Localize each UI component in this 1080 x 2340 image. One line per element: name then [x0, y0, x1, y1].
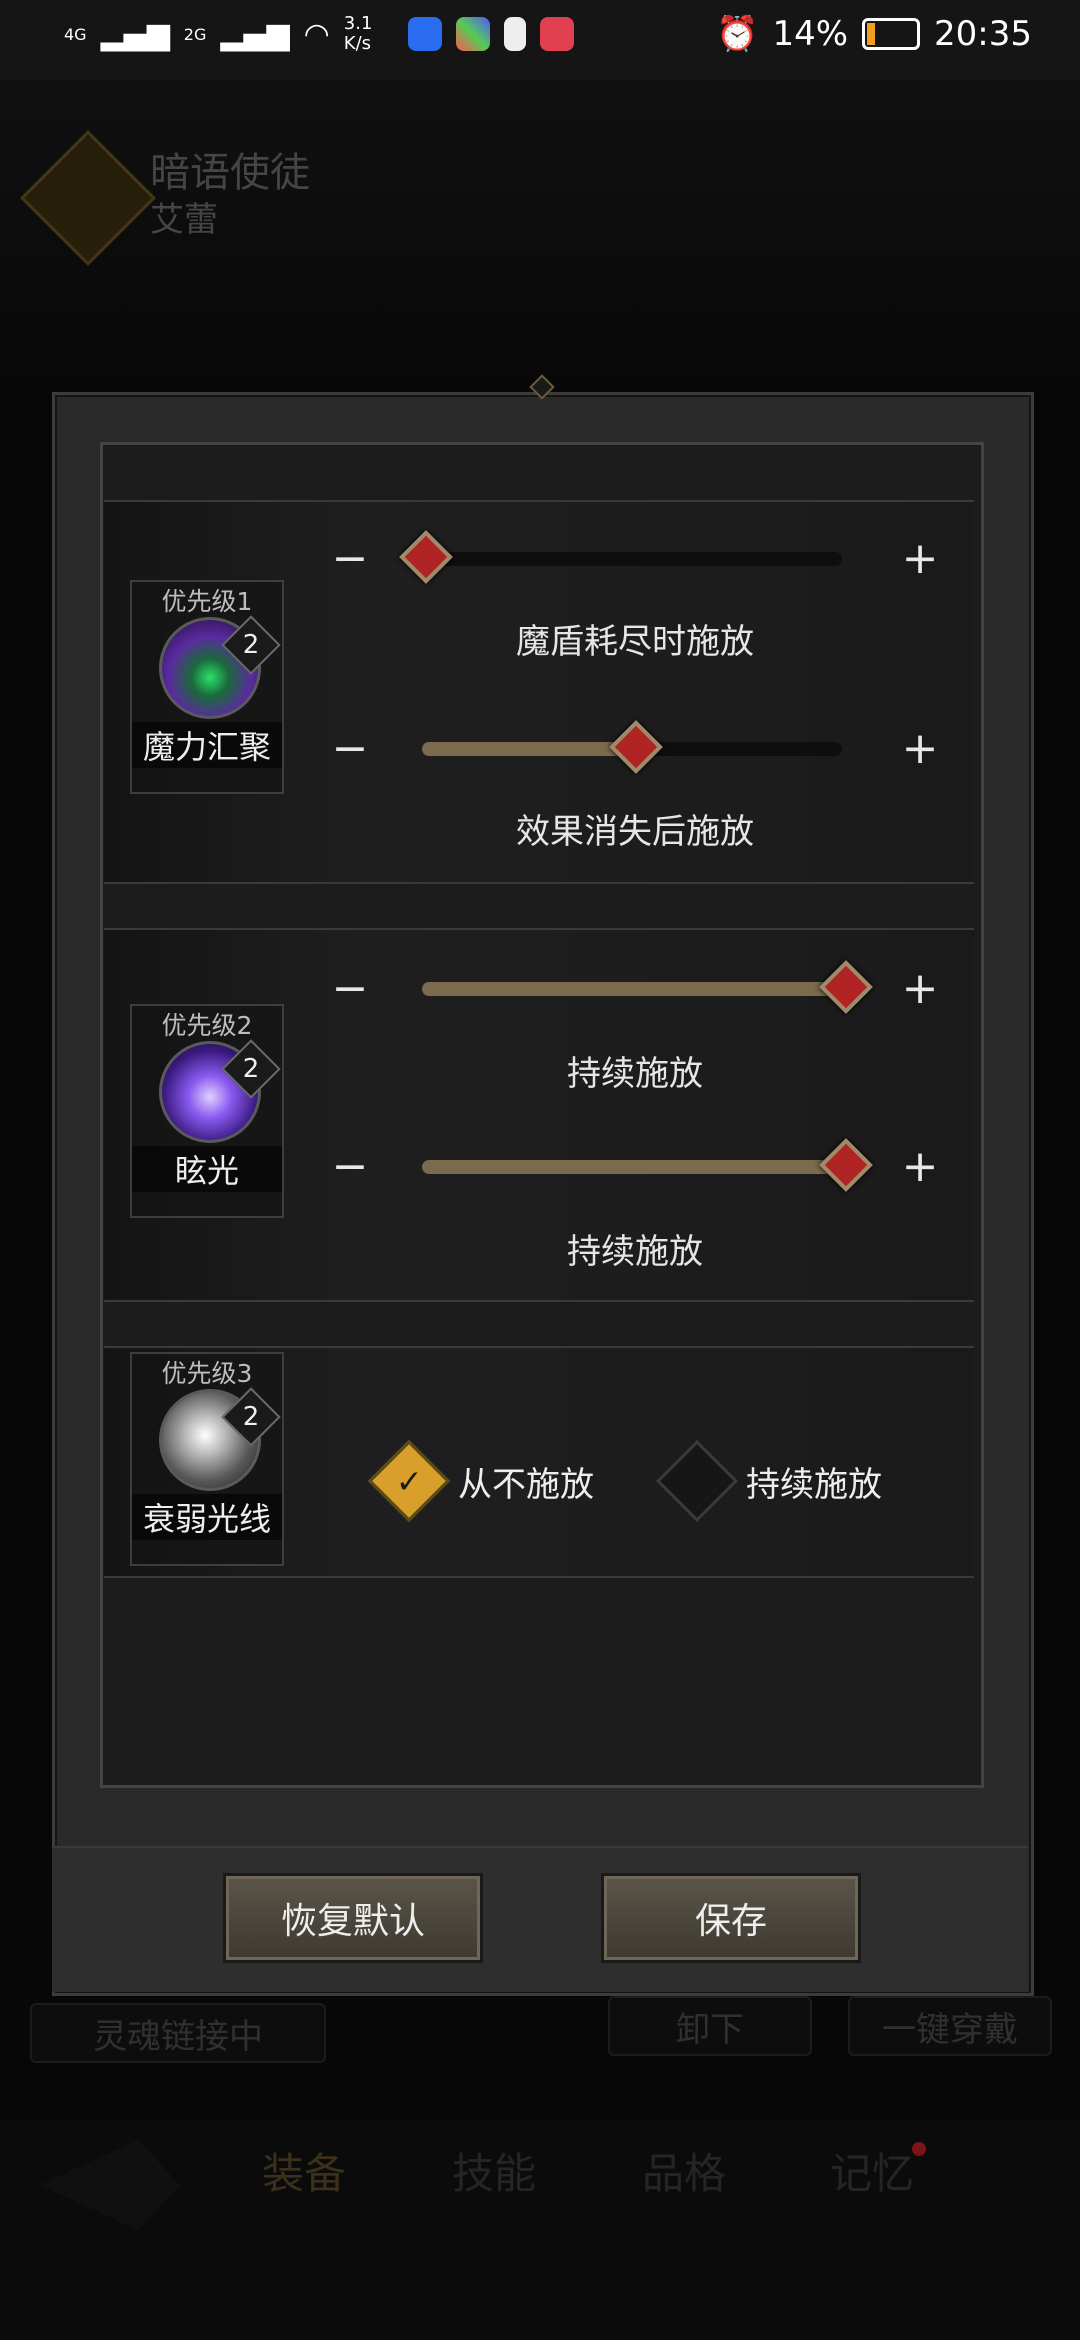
battery-icon — [862, 18, 921, 50]
slider-label: 持续施放 — [567, 1232, 703, 1272]
signal-icon-2: ▂▄▆ — [220, 16, 290, 52]
option-always-cast[interactable]: 持续施放 — [655, 1439, 882, 1523]
option-label: 从不施放 — [458, 1464, 594, 1505]
skill-card-1[interactable]: 优先级1 2 魔力汇聚 — [130, 580, 284, 794]
slider-track[interactable] — [422, 720, 842, 774]
slider-track[interactable] — [422, 960, 873, 1014]
decrease-button[interactable]: − — [320, 718, 380, 778]
slider-track[interactable] — [422, 1138, 873, 1192]
unchecked-icon[interactable] — [655, 1439, 739, 1523]
app-icon-colorful — [455, 17, 490, 51]
dialog-button-bar — [52, 1846, 1028, 1992]
app-icon-blue — [407, 17, 442, 51]
slider-row: − + — [320, 948, 950, 1028]
slider-row: − + — [320, 518, 950, 598]
slider-track[interactable] — [399, 530, 842, 584]
network-speed: 3.1 K/s — [343, 13, 373, 54]
slider-thumb[interactable] — [819, 960, 873, 1014]
option-never-cast[interactable]: ✓ 从不施放 — [367, 1439, 594, 1523]
decrease-button[interactable]: − — [320, 1136, 380, 1196]
decrease-button[interactable]: − — [320, 528, 380, 588]
battery-percent: 14% — [772, 14, 849, 54]
slider-thumb[interactable] — [399, 530, 453, 584]
slider-label: 持续施放 — [567, 1054, 703, 1094]
slider-label: 效果消失后施放 — [516, 812, 754, 852]
slider-row: − + — [320, 1126, 950, 1206]
option-label: 持续施放 — [746, 1464, 882, 1505]
priority-label: 优先级3 — [161, 1359, 253, 1388]
slider-thumb[interactable] — [819, 1138, 873, 1192]
skill-card-3[interactable]: 优先级3 2 衰弱光线 — [130, 1352, 284, 1566]
skill-card-2[interactable]: 优先级2 2 眩光 — [130, 1004, 284, 1218]
priority-label: 优先级2 — [161, 1011, 253, 1040]
app-icon-red — [539, 17, 574, 51]
clock: 20:35 — [934, 14, 1032, 54]
network-2g-label: 2G — [183, 24, 207, 44]
checked-icon[interactable]: ✓ — [367, 1439, 451, 1523]
skill-name: 衰弱光线 — [132, 1494, 282, 1540]
wifi-icon: ◠ — [303, 16, 330, 52]
slider-row: − + — [320, 708, 950, 788]
skill-name: 眩光 — [132, 1146, 282, 1192]
increase-button[interactable]: + — [890, 958, 950, 1018]
reset-default-button[interactable]: 恢复默认 — [226, 1876, 480, 1960]
status-bar: 4G ▂▄▆ 2G ▂▄▆ ◠ 3.1 K/s ⏰ 14% 20:35 — [0, 0, 1080, 80]
skill-name: 魔力汇聚 — [132, 722, 282, 768]
decrease-button[interactable]: − — [320, 958, 380, 1018]
save-button[interactable]: 保存 — [604, 1876, 858, 1960]
priority-label: 优先级1 — [161, 587, 253, 616]
increase-button[interactable]: + — [890, 528, 950, 588]
slider-thumb[interactable] — [609, 720, 663, 774]
network-4g-label: 4G — [64, 24, 87, 44]
signal-icon: ▂▄▆ — [100, 16, 170, 52]
alarm-icon: ⏰ — [716, 14, 759, 54]
increase-button[interactable]: + — [890, 718, 950, 778]
increase-button[interactable]: + — [890, 1136, 950, 1196]
app-icon-battery — [503, 17, 526, 51]
slider-label: 魔盾耗尽时施放 — [516, 622, 754, 662]
